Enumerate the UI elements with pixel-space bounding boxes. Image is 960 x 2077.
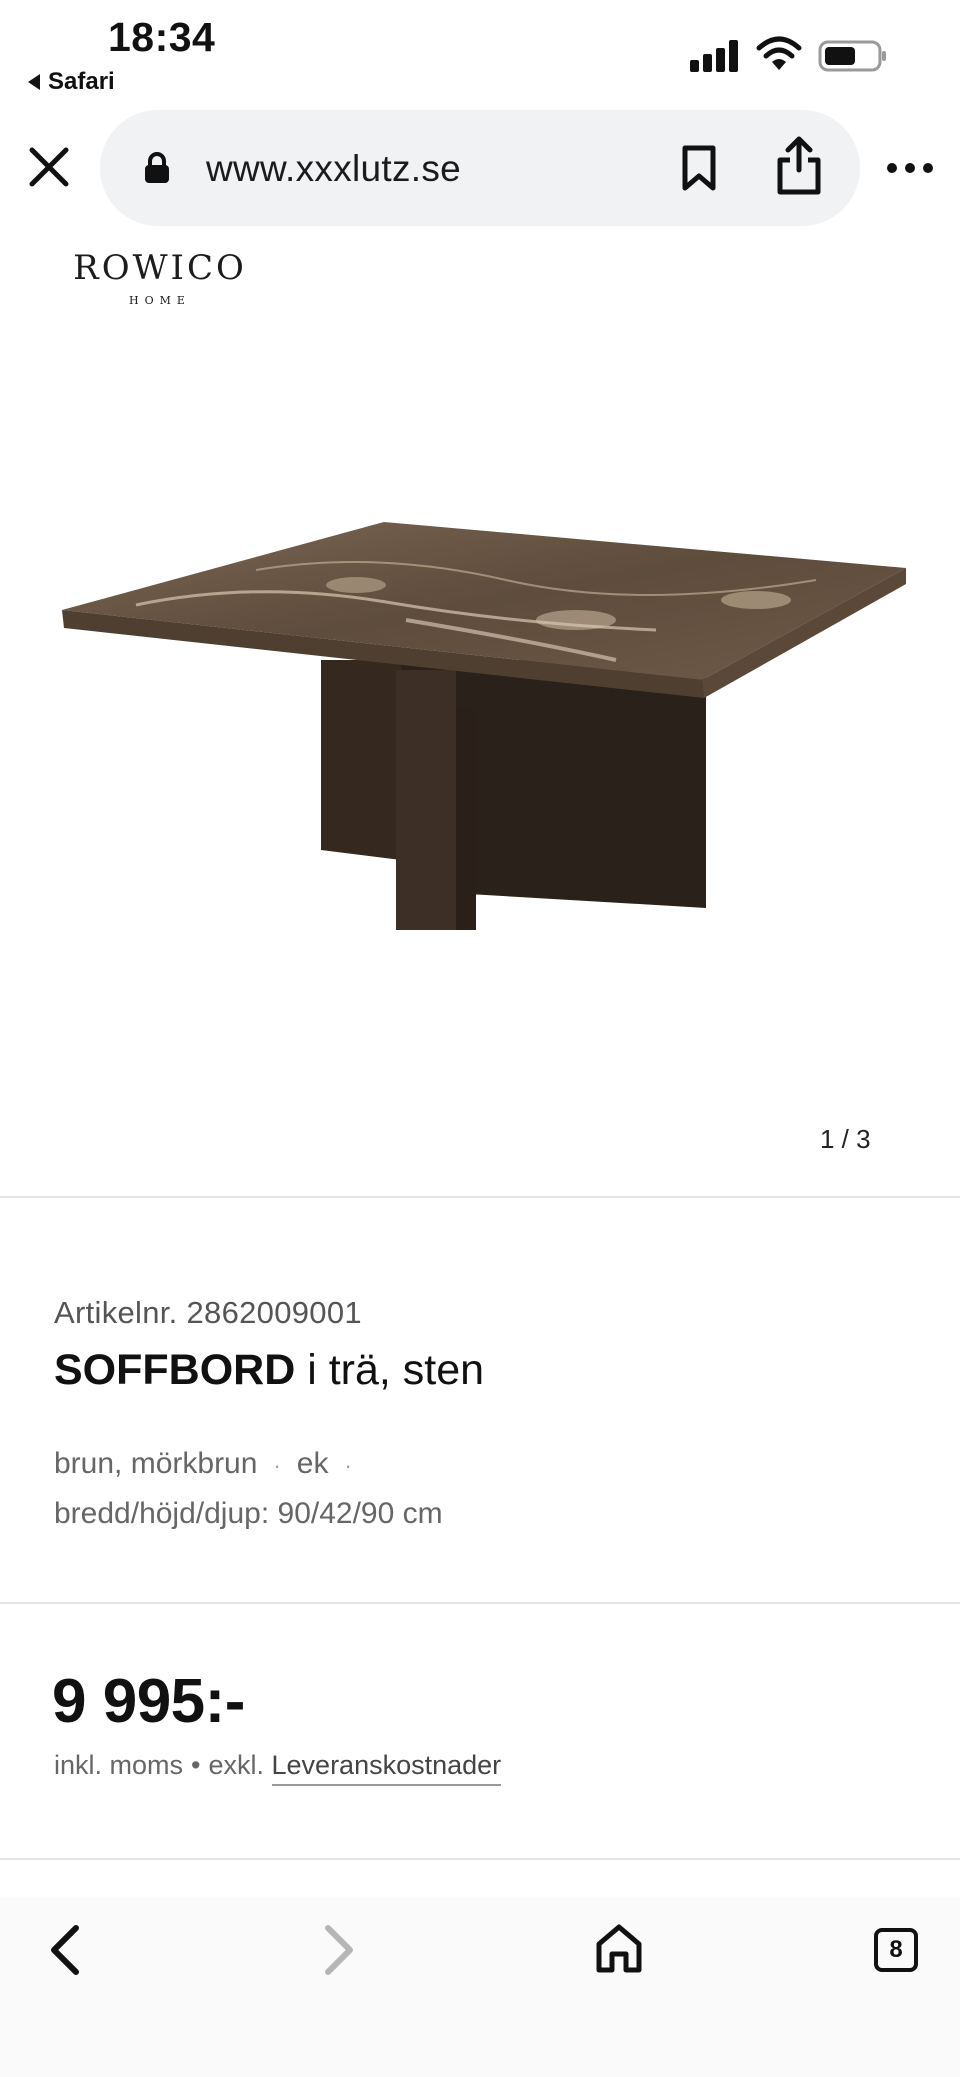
spec-separator: · xyxy=(273,1453,281,1478)
status-time: 18:34 xyxy=(108,14,216,60)
bookmark-icon[interactable] xyxy=(680,144,718,192)
product-title-rest: i trä, sten xyxy=(295,1346,485,1394)
price-bullet: • xyxy=(191,1750,201,1780)
spec-line-1: brun, mörkbrun · ek · xyxy=(54,1440,443,1490)
back-to-app-button[interactable]: Safari xyxy=(28,68,115,96)
spec-separator-2: · xyxy=(344,1453,352,1478)
tabs-count: 8 xyxy=(889,1936,903,1963)
divider xyxy=(0,1196,960,1198)
url-text[interactable]: www.xxxlutz.se xyxy=(206,148,461,190)
back-icon[interactable] xyxy=(44,1922,84,1978)
browser-toolbar xyxy=(0,1898,960,2077)
product-title-bold: SOFFBORD xyxy=(54,1346,296,1394)
image-counter: 1 / 3 xyxy=(820,1124,871,1154)
delivery-costs-link[interactable]: Leveranskostnader xyxy=(271,1750,502,1786)
divider xyxy=(0,1602,960,1604)
product-price: 9 995:- xyxy=(52,1667,245,1736)
share-icon[interactable] xyxy=(774,136,824,196)
divider xyxy=(0,1858,960,1860)
price-excl: exkl. xyxy=(208,1750,264,1780)
brand-name: ROWICO xyxy=(73,248,247,288)
back-app-label: Safari xyxy=(48,68,115,95)
lock-icon xyxy=(145,152,169,183)
brand-sub: HOME xyxy=(129,294,191,307)
back-triangle-icon xyxy=(28,74,40,90)
product-title: SOFFBORD i trä, sten xyxy=(54,1346,484,1395)
brand-logo: ROWICO HOME xyxy=(60,248,260,307)
home-icon[interactable] xyxy=(594,1922,644,1974)
price-note: inkl. moms • exkl. Leveranskostnader xyxy=(54,1750,502,1786)
product-image[interactable] xyxy=(56,510,916,940)
forward-icon[interactable] xyxy=(320,1922,360,1978)
spec-material: ek xyxy=(296,1447,329,1480)
battery-icon xyxy=(818,40,886,72)
product-specs: brun, mörkbrun · ek · bredd/höjd/djup: 90/4… xyxy=(54,1440,443,1538)
article-number: Artikelnr. 2862009001 xyxy=(54,1295,362,1330)
wifi-icon xyxy=(756,36,802,70)
status-bar: 18:34 Safari xyxy=(0,0,960,105)
more-icon[interactable] xyxy=(886,158,934,178)
signal-icon xyxy=(690,40,738,72)
price-incl: inkl. moms xyxy=(54,1750,184,1780)
spec-color: brun, mörkbrun xyxy=(54,1447,258,1480)
tabs-button[interactable]: 8 xyxy=(874,1928,918,1972)
close-icon[interactable] xyxy=(26,144,72,190)
spec-dimensions: bredd/höjd/djup: 90/42/90 cm xyxy=(54,1497,443,1530)
